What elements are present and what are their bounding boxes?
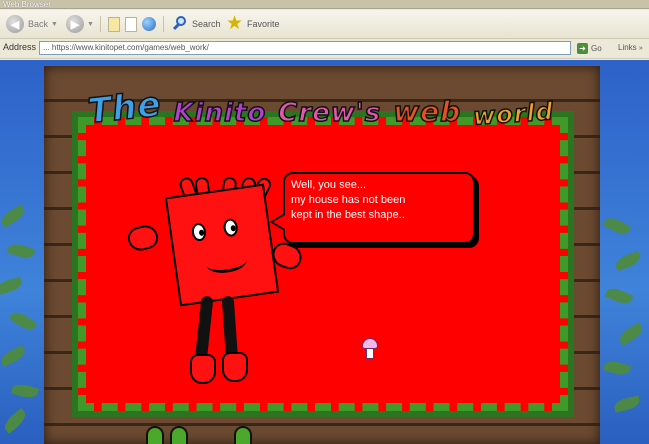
title-word: Kinito <box>173 97 267 129</box>
links-label: Links <box>618 43 637 52</box>
pointer-icon <box>362 338 378 360</box>
right-shoe <box>222 352 248 382</box>
character-mouth <box>205 250 248 276</box>
forward-button[interactable]: ▶ ▼ <box>66 14 94 34</box>
left-eye <box>190 222 208 242</box>
toolbar-separator <box>163 16 164 32</box>
left-shoe <box>190 354 216 384</box>
address-input[interactable]: ... https://www.kinitopet.com/games/web_… <box>39 41 571 55</box>
back-dropdown-icon[interactable]: ▼ <box>51 21 58 28</box>
search-label: Search <box>192 19 221 29</box>
window-title-bar: Web Browser <box>0 0 649 9</box>
red-panel <box>72 111 574 417</box>
right-eye <box>222 217 239 238</box>
favorites-label: Favorite <box>247 19 280 29</box>
search-icon <box>172 16 188 32</box>
bubble-line: Well, you see... <box>291 179 366 191</box>
stop-button[interactable] <box>108 14 120 34</box>
window-title: Web Browser <box>3 0 51 9</box>
page-icon <box>125 16 137 32</box>
go-label: Go <box>591 43 602 53</box>
bottom-logo-peek <box>146 426 276 444</box>
title-word: web <box>393 94 462 129</box>
go-button[interactable]: ➜ Go <box>577 41 602 55</box>
links-button[interactable]: Links » <box>618 43 643 52</box>
back-button[interactable]: ◀ Back ▼ <box>6 14 58 34</box>
title-word: The <box>85 84 164 133</box>
forward-icon: ▶ <box>66 15 84 33</box>
web-page-content[interactable]: The Kinito Crew's web world Well, you se… <box>0 60 649 444</box>
title-word: world <box>472 96 556 131</box>
bubble-line: kept in the best shape.. <box>291 209 405 221</box>
go-icon: ➜ <box>577 42 588 54</box>
back-icon: ◀ <box>6 15 24 33</box>
speech-bubble-tail-inner <box>273 215 285 229</box>
back-label: Back <box>28 19 49 29</box>
refresh-button[interactable] <box>125 14 137 34</box>
favorites-button[interactable]: ★ Favorite <box>226 14 280 34</box>
address-bar: Address ... https://www.kinitopet.com/ga… <box>0 39 649 59</box>
links-chevron-icon: » <box>638 45 643 52</box>
site-logo-title: The Kinito Crew's web world <box>85 78 566 133</box>
title-word: Crew's <box>278 97 382 129</box>
speech-bubble: Well, you see... my house has not been k… <box>283 172 475 244</box>
star-icon: ★ <box>226 13 244 34</box>
page-icon <box>108 16 120 32</box>
character-head <box>164 183 280 307</box>
forward-dropdown-icon[interactable]: ▼ <box>87 21 94 28</box>
toolbar-separator <box>100 16 101 32</box>
address-label: Address <box>3 42 37 52</box>
home-button[interactable] <box>142 14 156 34</box>
search-button[interactable]: Search <box>172 14 221 34</box>
bubble-line: my house has not been <box>291 194 406 206</box>
globe-icon <box>142 17 156 31</box>
browser-toolbar: ◀ Back ▼ ▶ ▼ Search ★ Favorite <box>0 10 649 39</box>
